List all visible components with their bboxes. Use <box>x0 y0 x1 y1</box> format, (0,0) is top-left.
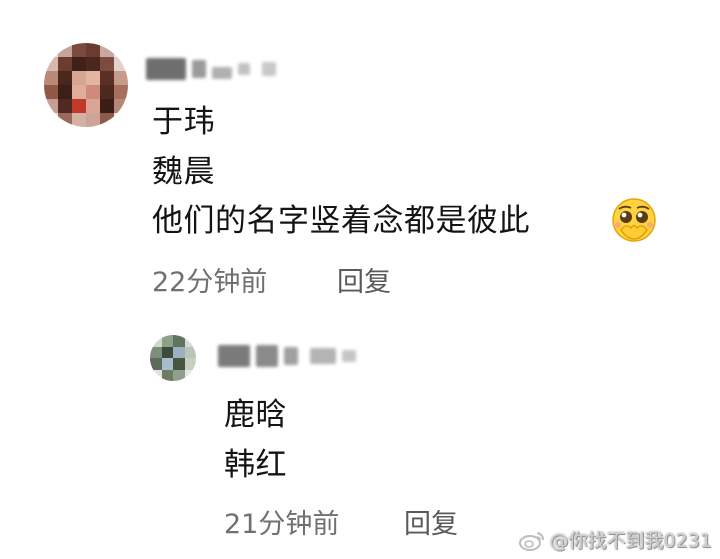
comment-reply-button[interactable]: 回复 <box>337 266 391 300</box>
pleading-face-icon <box>612 198 656 242</box>
commenter-username[interactable] <box>146 58 276 80</box>
reply-reply-button[interactable]: 回复 <box>404 508 458 542</box>
comment-timestamp: 22分钟前 <box>152 267 268 298</box>
reply-line-2: 韩红 <box>224 447 287 483</box>
commenter-avatar[interactable] <box>44 43 128 127</box>
comment-line-3: 他们的名字竖着念都是彼此 <box>152 203 530 239</box>
replier-username[interactable] <box>218 345 356 367</box>
watermark-text: @你找不到我0231 <box>549 530 712 552</box>
comment-line-2: 魏晨 <box>152 154 215 190</box>
comment-line-1: 于玮 <box>152 104 215 140</box>
reply-line-1: 鹿晗 <box>224 397 287 433</box>
replier-avatar[interactable] <box>150 335 196 381</box>
weibo-icon <box>518 532 544 551</box>
watermark: @你找不到我0231 <box>518 529 712 553</box>
reply-timestamp: 21分钟前 <box>224 509 340 540</box>
